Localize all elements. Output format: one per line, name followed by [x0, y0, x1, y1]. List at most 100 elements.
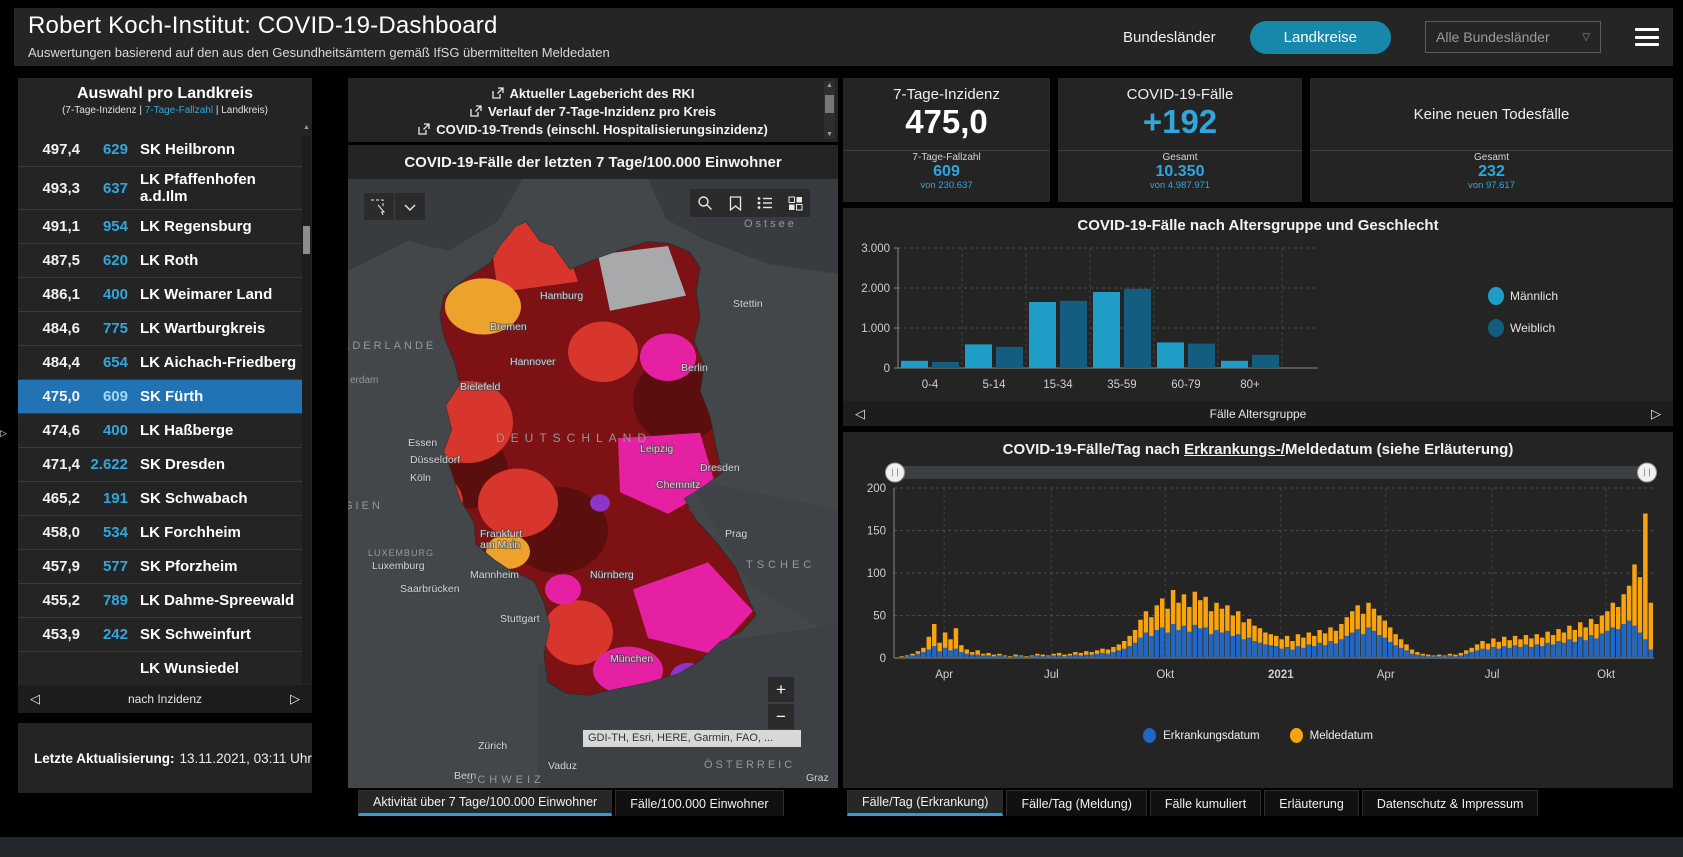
- zoom-out-button[interactable]: −: [768, 704, 794, 729]
- list-item[interactable]: 487,5620LK Roth: [18, 244, 302, 278]
- list-item[interactable]: 484,6775LK Wartburgkreis: [18, 312, 302, 346]
- row-landkreis: LK Wunsiedel: [140, 656, 241, 681]
- tab-erl-uterung[interactable]: Erläuterung: [1264, 790, 1359, 816]
- svg-text:Zürich: Zürich: [478, 740, 507, 752]
- incidence-card[interactable]: 7-Tage-Inzidenz 475,0 7-Tage-Fallzahl 60…: [843, 78, 1050, 202]
- bar-maennlich[interactable]: [1029, 302, 1056, 368]
- tab-datenschutz-impressum[interactable]: Datenschutz & Impressum: [1362, 790, 1539, 816]
- tab-f-lle-100-000-einwohner[interactable]: Fälle/100.000 Einwohner: [615, 790, 783, 816]
- basemap-grid-icon[interactable]: [780, 189, 810, 217]
- card-sub-value: 10.350: [1058, 163, 1302, 181]
- select-features-icon[interactable]: [364, 193, 395, 220]
- svg-text:LUXEMBURG: LUXEMBURG: [368, 548, 434, 558]
- row-fallzahl: 191: [80, 490, 128, 507]
- bar-maennlich[interactable]: [1093, 292, 1120, 368]
- svg-text:Frankfurtam Main: Frankfurtam Main: [480, 528, 522, 551]
- list-item[interactable]: 486,1400LK Weimarer Land: [18, 278, 302, 312]
- landkreis-list-scrollbar[interactable]: ▲ ▼: [302, 136, 311, 683]
- external-link-label: Aktueller Lagebericht des RKI: [510, 86, 695, 101]
- pagination-next-icon[interactable]: ▷: [1651, 406, 1661, 422]
- pagination-prev-icon[interactable]: ◁: [30, 691, 40, 707]
- sidebar-expander-icon[interactable]: ▷: [0, 420, 12, 446]
- list-item[interactable]: 491,1954LK Regensburg: [18, 210, 302, 244]
- tab-f-lle-kumuliert[interactable]: Fälle kumuliert: [1150, 790, 1261, 816]
- svg-text:Prag: Prag: [725, 528, 747, 540]
- bundeslaender-button[interactable]: Bundesländer: [1123, 29, 1216, 46]
- tab-aktivit-t-ber-7-tage-100-000-einwohner[interactable]: Aktivität über 7 Tage/100.000 Einwohner: [358, 790, 612, 816]
- list-item[interactable]: 453,9242SK Schweinfurt: [18, 618, 302, 652]
- search-icon[interactable]: [690, 189, 720, 217]
- germany-map[interactable]: OstseeEDERLANDEerdamDEUTSCHLANDGIENLUXEM…: [348, 179, 838, 788]
- list-item[interactable]: 458,0534LK Forchheim: [18, 516, 302, 550]
- chevron-down-icon[interactable]: [395, 193, 426, 220]
- scroll-up-icon[interactable]: ▲: [824, 82, 835, 89]
- list-item[interactable]: LK Wunsiedel: [18, 652, 302, 685]
- germany-choropleth-svg[interactable]: OstseeEDERLANDEerdamDEUTSCHLANDGIENLUXEM…: [348, 179, 838, 788]
- list-item[interactable]: 484,4654LK Aichach-Friedberg: [18, 346, 302, 380]
- row-landkreis: LK Forchheim: [140, 520, 243, 545]
- list-item[interactable]: 493,3637LK Pfaffenhofen a.d.Ilm: [18, 167, 302, 210]
- cases-card[interactable]: COVID-19-Fälle +192 Gesamt 10.350 von 4.…: [1058, 78, 1302, 202]
- bar-weiblich[interactable]: [1188, 344, 1215, 368]
- tab-f-lle-tag-meldung-[interactable]: Fälle/Tag (Meldung): [1006, 790, 1146, 816]
- scroll-up-icon[interactable]: ▲: [302, 124, 311, 131]
- age-chart[interactable]: 3.0002.0001.00000-45-1415-3435-5960-7980…: [848, 238, 1668, 396]
- svg-text:2021: 2021: [1268, 669, 1294, 681]
- bar-weiblich[interactable]: [932, 362, 959, 368]
- landkreise-button[interactable]: Landkreise: [1250, 21, 1391, 54]
- list-item[interactable]: 457,9577SK Pforzheim: [18, 550, 302, 584]
- legend-item[interactable]: Erkrankungsdatum: [1143, 728, 1260, 743]
- svg-text:Bern: Bern: [454, 770, 476, 782]
- scroll-down-icon[interactable]: ▼: [824, 131, 835, 138]
- deaths-card[interactable]: Keine neuen Todesfälle Gesamt 232 von 97…: [1310, 78, 1673, 202]
- list-item[interactable]: 497,4629SK Heilbronn: [18, 133, 302, 167]
- zoom-in-button[interactable]: +: [768, 677, 794, 702]
- svg-text:Okt: Okt: [1156, 669, 1175, 681]
- svg-text:3.000: 3.000: [861, 243, 890, 255]
- tab-f-lle-tag-erkrankung-[interactable]: Fälle/Tag (Erkrankung): [847, 790, 1003, 816]
- list-item[interactable]: 475,0609SK Fürth: [18, 380, 302, 414]
- bundesland-select[interactable]: Alle Bundesländer ▽: [1425, 21, 1601, 53]
- bar-maennlich[interactable]: [1157, 342, 1184, 368]
- bar-maennlich[interactable]: [901, 361, 928, 368]
- legend-dot-icon: [1290, 728, 1303, 743]
- landkreis-list: 497,4629SK Heilbronn493,3637LK Pfaffenho…: [18, 133, 302, 685]
- list-item[interactable]: 455,2789LK Dahme-Spreewald: [18, 584, 302, 618]
- legend-list-icon[interactable]: [750, 189, 780, 217]
- row-fallzahl: 577: [80, 558, 128, 575]
- list-item[interactable]: 474,6400LK Haßberge: [18, 414, 302, 448]
- row-landkreis: LK Pfaffenhofen a.d.Ilm: [140, 167, 302, 209]
- bar-weiblich[interactable]: [996, 347, 1023, 368]
- time-range-slider[interactable]: [888, 466, 1654, 479]
- links-scrollbar[interactable]: ▲ ▼: [824, 81, 835, 139]
- legend-dot-icon: [1143, 728, 1156, 743]
- svg-text:200: 200: [867, 483, 886, 495]
- list-item[interactable]: 465,2191SK Schwabach: [18, 482, 302, 516]
- bookmark-icon[interactable]: [720, 189, 750, 217]
- legend-item[interactable]: Meldedatum: [1290, 728, 1373, 743]
- external-link[interactable]: COVID-19-Trends (einschl. Hospitalisieru…: [348, 120, 838, 138]
- pagination-next-icon[interactable]: ▷: [290, 691, 300, 707]
- bar-maennlich[interactable]: [1221, 361, 1248, 368]
- slider-handle[interactable]: [886, 463, 905, 482]
- germany-districts[interactable]: [413, 222, 756, 695]
- list-item[interactable]: 471,42.622SK Dresden: [18, 448, 302, 482]
- bar-weiblich[interactable]: [1252, 355, 1279, 368]
- hamburger-menu-icon[interactable]: [1635, 28, 1659, 46]
- pagination-prev-icon[interactable]: ◁: [855, 406, 865, 422]
- external-link[interactable]: Aktueller Lagebericht des RKI: [348, 84, 838, 102]
- scrollbar-thumb[interactable]: [303, 226, 310, 254]
- slider-handle[interactable]: [1638, 463, 1657, 482]
- card-sub-total: von 97.617: [1310, 181, 1673, 191]
- row-inzidenz: 458,0: [18, 524, 80, 541]
- svg-text:Düsseldorf: Düsseldorf: [410, 454, 460, 466]
- external-link[interactable]: Verlauf der 7-Tage-Inzidenz pro Kreis: [348, 102, 838, 120]
- svg-text:Berlin: Berlin: [681, 362, 708, 374]
- bar-maennlich[interactable]: [965, 344, 992, 368]
- bar-weiblich[interactable]: [1124, 289, 1151, 368]
- bar-weiblich[interactable]: [1060, 301, 1087, 368]
- last-update-value: 13.11.2021, 03:11 Uhr: [180, 751, 312, 766]
- timeseries-chart[interactable]: 200150100500AprJulOkt2021AprJulOkt: [848, 460, 1668, 712]
- legend-label: Erkrankungsdatum: [1163, 730, 1260, 742]
- scrollbar-thumb[interactable]: [825, 95, 834, 113]
